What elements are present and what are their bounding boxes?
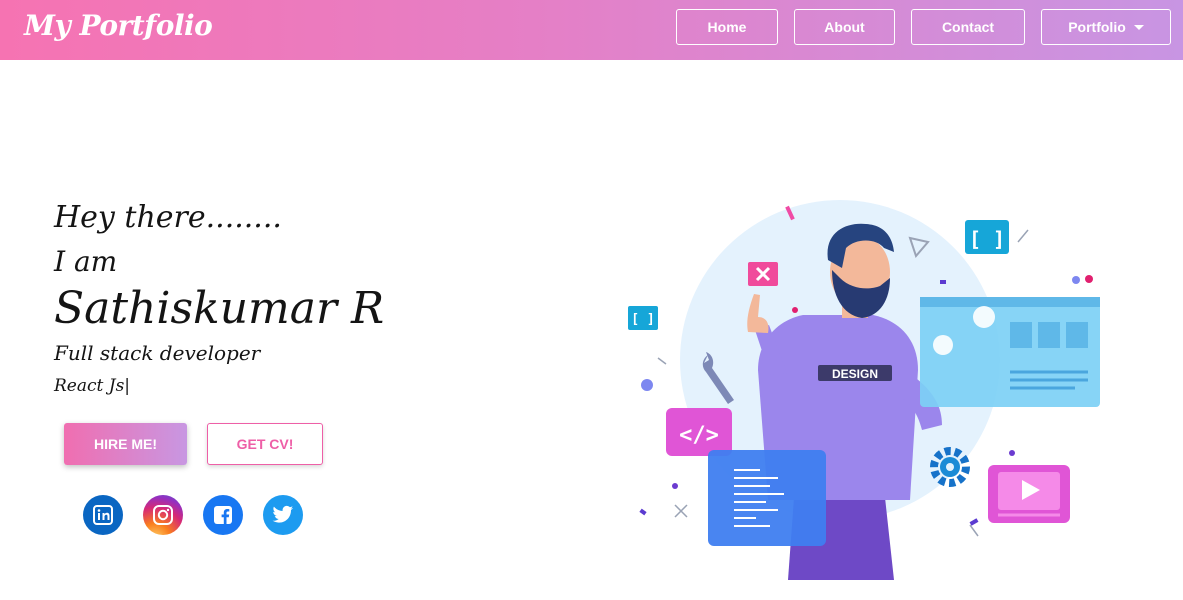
hero-role: Full stack developer (54, 341, 261, 365)
portfolio-dropdown-label: Portfolio (1068, 19, 1126, 35)
line-shape (1017, 229, 1029, 243)
confetti-dot (641, 379, 653, 391)
svg-text:[ ]: [ ] (969, 227, 1005, 251)
nav-home-button[interactable]: Home (676, 9, 778, 45)
confetti-shape (969, 518, 979, 526)
confetti-dot (1009, 450, 1015, 456)
design-badge-text: DESIGN (832, 367, 878, 381)
hero-typed-text: React Js| (54, 376, 131, 396)
hire-me-button[interactable]: HIRE ME! (64, 423, 187, 465)
twitter-icon[interactable] (263, 495, 303, 535)
nav-portfolio-dropdown[interactable]: Portfolio (1041, 9, 1171, 45)
confetti-shape (940, 280, 946, 284)
confetti-dot (792, 307, 798, 313)
confetti-dot (672, 483, 678, 489)
facebook-glyph (214, 506, 232, 524)
hero-name: Sathiskumar R (54, 283, 385, 334)
line-shape (969, 524, 979, 537)
confetti-shape (639, 508, 647, 516)
chevron-down-icon (1133, 24, 1144, 30)
hero-greeting: Hey there........ (54, 200, 282, 235)
line-shape (657, 357, 667, 365)
facebook-icon[interactable] (203, 495, 243, 535)
confetti-dot (1072, 276, 1080, 284)
brand-logo[interactable]: My Portfolio (24, 9, 213, 42)
browser-tile (1038, 322, 1060, 348)
cross-shape (674, 504, 688, 518)
code-document-card (708, 450, 826, 546)
nav-contact-button[interactable]: Contact (911, 9, 1025, 45)
linkedin-icon[interactable] (83, 495, 123, 535)
instagram-icon[interactable] (143, 495, 183, 535)
browser-tile (1066, 322, 1088, 348)
instagram-glyph (153, 505, 173, 525)
svg-text:</>: </> (679, 423, 719, 448)
navbar: My Portfolio Home About Contact Portfoli… (0, 0, 1183, 60)
nav-about-button[interactable]: About (794, 9, 895, 45)
developer-illustration: [ ] [ ] </> DESIGN (628, 200, 1100, 580)
hero-intro: I am (54, 245, 118, 278)
confetti-dot (1085, 275, 1093, 283)
get-cv-button[interactable]: GET CV! (207, 423, 323, 465)
touch-indicator (933, 335, 953, 355)
touch-indicator (973, 306, 995, 328)
svg-text:[ ]: [ ] (631, 312, 654, 327)
browser-titlebar (920, 297, 1100, 307)
browser-tile (1010, 322, 1032, 348)
linkedin-glyph (93, 505, 113, 525)
twitter-glyph (272, 505, 294, 523)
